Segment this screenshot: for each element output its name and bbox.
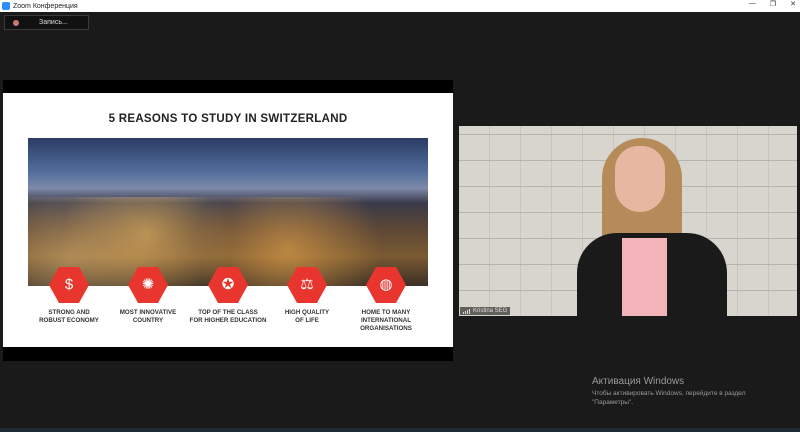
recording-indicator[interactable]: Запись... <box>4 15 89 30</box>
signal-strength-icon <box>463 308 470 314</box>
globe-icon: ◍ <box>366 267 406 303</box>
reason-label: HIGH QUALITY OF LIFE <box>284 309 330 324</box>
record-icon <box>13 19 19 26</box>
city-photo <box>28 138 428 286</box>
money-growth-icon: $ <box>49 267 89 303</box>
window-title: Zoom Конференция <box>13 2 78 10</box>
award-ribbon-icon: ✪ <box>208 267 248 303</box>
participant-name-tag: Kristina SEG <box>460 307 511 315</box>
minimize-button[interactable]: — <box>749 0 756 8</box>
slide-title: 5 REASONS TO STUDY IN SWITZERLAND <box>108 113 348 125</box>
participant-video[interactable]: Kristina SEG <box>459 126 797 316</box>
reason-label: TOP OF THE CLASS FOR HIGHER EDUCATION <box>189 309 267 324</box>
reason-item: ✺ MOST INNOVATIVE COUNTRY <box>103 267 193 325</box>
activation-heading: Активация Windows <box>592 376 685 387</box>
recording-label: Запись... <box>39 19 68 26</box>
presentation-slide: 5 REASONS TO STUDY IN SWITZERLAND $ STRO… <box>3 93 453 347</box>
participant-image <box>577 138 727 316</box>
participant-name: Kristina SEG <box>473 308 508 314</box>
taskbar <box>0 428 800 432</box>
close-button[interactable]: ✕ <box>790 0 796 8</box>
reason-item: ✪ TOP OF THE CLASS FOR HIGHER EDUCATION <box>183 267 273 325</box>
maximize-button[interactable]: ❐ <box>770 0 776 8</box>
balance-scale-icon: ⚖ <box>287 267 327 303</box>
reason-label: HOME TO MANY INTERNATIONAL ORGANISATIONS <box>360 309 412 332</box>
shared-screen: 5 REASONS TO STUDY IN SWITZERLAND $ STRO… <box>3 80 453 361</box>
windows-activation-watermark: Активация Windows Чтобы активировать Win… <box>592 376 746 407</box>
zoom-logo-icon <box>2 2 10 10</box>
lightbulb-icon: ✺ <box>128 267 168 303</box>
title-bar: Zoom Конференция — ❐ ✕ <box>0 0 800 12</box>
reason-label: STRONG AND ROBUST ECONOMY <box>39 309 99 324</box>
activation-text: Чтобы активировать Windows, перейдите в … <box>592 390 746 406</box>
reason-item: $ STRONG AND ROBUST ECONOMY <box>24 267 114 325</box>
reason-item: ⚖ HIGH QUALITY OF LIFE <box>262 267 352 325</box>
reason-item: ◍ HOME TO MANY INTERNATIONAL ORGANISATIO… <box>341 267 431 333</box>
reason-label: MOST INNOVATIVE COUNTRY <box>119 309 177 324</box>
